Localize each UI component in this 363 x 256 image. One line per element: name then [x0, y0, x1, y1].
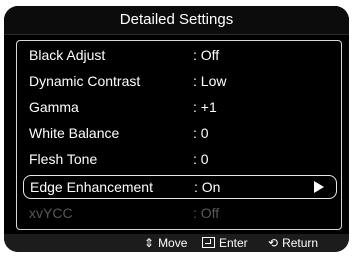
- menu-item-value: : 0: [193, 125, 209, 141]
- settings-menu: Black Adjust : Off Dynamic Contrast : Lo…: [16, 40, 342, 230]
- menu-item-value: : Off: [193, 47, 220, 63]
- menu-item-flesh-tone[interactable]: Flesh Tone : 0: [17, 147, 341, 173]
- menu-item-value: : On: [194, 179, 221, 195]
- menu-item-label: White Balance: [29, 125, 120, 141]
- menu-item-label: Gamma: [29, 99, 79, 115]
- return-hint: ⟲ Return: [268, 236, 318, 250]
- menu-item-value: : +1: [193, 99, 217, 115]
- enter-hint-label: Enter: [219, 236, 248, 250]
- enter-icon: [202, 237, 215, 248]
- up-down-arrows-icon: ⇕: [144, 236, 155, 250]
- menu-item-value: : 0: [193, 151, 209, 167]
- menu-item-edge-enhancement[interactable]: Edge Enhancement : On: [23, 175, 337, 199]
- menu-item-label: xvYCC: [29, 205, 73, 221]
- dialog-title: Detailed Settings: [4, 6, 349, 35]
- return-icon: ⟲: [268, 236, 279, 250]
- menu-item-white-balance[interactable]: White Balance : 0: [17, 121, 341, 147]
- menu-item-label: Dynamic Contrast: [29, 73, 141, 89]
- detailed-settings-dialog: Detailed Settings Black Adjust : Off Dyn…: [4, 6, 349, 252]
- enter-hint: Enter: [202, 236, 248, 250]
- menu-item-black-adjust[interactable]: Black Adjust : Off: [17, 43, 341, 69]
- menu-item-dynamic-contrast[interactable]: Dynamic Contrast : Low: [17, 69, 341, 95]
- menu-item-xvycc: xvYCC : Off: [17, 201, 341, 227]
- menu-item-label: Black Adjust: [29, 47, 106, 63]
- navigation-hints: ⇕ Move Enter ⟲ Return: [4, 234, 349, 252]
- right-triangle-icon: [314, 181, 324, 193]
- menu-item-value: : Off: [193, 205, 220, 221]
- menu-item-label: Flesh Tone: [29, 151, 98, 167]
- move-hint-label: Move: [158, 236, 188, 250]
- return-hint-label: Return: [282, 236, 319, 250]
- menu-item-label: Edge Enhancement: [30, 179, 153, 195]
- menu-item-value: : Low: [193, 73, 227, 89]
- move-hint: ⇕ Move: [144, 236, 187, 250]
- menu-item-gamma[interactable]: Gamma : +1: [17, 95, 341, 121]
